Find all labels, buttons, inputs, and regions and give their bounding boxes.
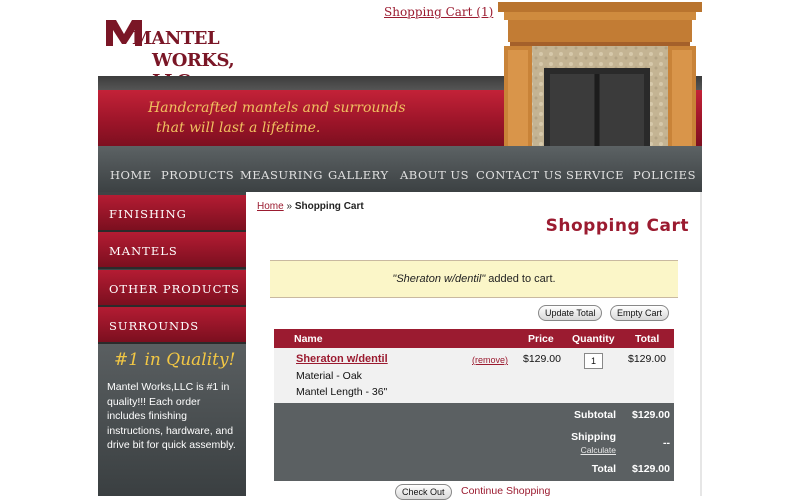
quality-promo: #1 in Quality! Mantel Works,LLC is #1 in… [98,344,246,496]
item-price: $129.00 [523,353,561,365]
nav-home[interactable]: HOME [110,168,152,182]
table-row: Sheraton w/dentil Material - Oak Mantel … [274,348,674,403]
notice-text: "Sheraton w/dentil" added to cart. [270,273,678,285]
empty-cart-button[interactable]: Empty Cart [610,305,670,321]
cart-totals: Subtotal $129.00 Shipping Calculate -- T… [274,403,674,481]
nav-contact-us[interactable]: CONTACT US [476,168,562,182]
subtotal-value: $129.00 [632,409,670,421]
col-name: Name [294,333,323,345]
main-content: Home » Shopping Cart Shopping Cart "Sher… [246,192,700,500]
notice-item-name: "Sheraton w/dentil" [392,273,486,285]
notice-suffix: added to cart. [485,273,556,285]
main-nav: HOME PRODUCTS MEASURING GALLERY ABOUT US… [98,146,702,192]
sidebar: FINISHING MANTELS OTHER PRODUCTS SURROUN… [98,192,246,496]
sidebar-item-surrounds[interactable]: SURROUNDS [98,307,246,344]
continue-shopping-link[interactable]: Continue Shopping [461,485,550,497]
quality-text: Mantel Works,LLC is #1 in quality!!! Eac… [107,381,236,451]
quantity-input[interactable]: 1 [584,353,603,369]
cart-table: Name Price Quantity Total Sheraton w/den… [274,329,674,481]
remove-item-link[interactable]: (remove) [472,355,508,365]
sidebar-item-label: FINISHING [109,207,187,221]
added-to-cart-notice: "Sheraton w/dentil" added to cart. [270,260,678,298]
nav-policies[interactable]: POLICIES [633,168,696,182]
sidebar-item-mantels[interactable]: MANTELS [98,232,246,269]
update-total-button[interactable]: Update Total [538,305,603,321]
checkout-button[interactable]: Check Out [395,484,452,500]
col-total: Total [635,333,660,345]
tagline-line2: that will last a lifetime. [156,120,321,136]
tagline-line1: Handcrafted mantels and surrounds [148,100,406,116]
sidebar-item-label: MANTELS [109,244,178,258]
breadcrumb-home-link[interactable]: Home [257,201,284,212]
nav-service[interactable]: SERVICE [566,168,624,182]
shipping-value: -- [663,437,670,449]
col-quantity: Quantity [572,333,615,345]
total-value: $129.00 [632,463,670,475]
sidebar-item-other-products[interactable]: OTHER PRODUCTS [98,270,246,307]
item-option-length: Mantel Length - 36" [296,386,388,398]
breadcrumb-current: Shopping Cart [294,201,364,212]
sidebar-item-label: SURROUNDS [109,319,200,333]
subtotal-label: Subtotal [574,409,616,421]
item-name-link[interactable]: Sheraton w/dentil [296,353,388,365]
mantel-image [498,0,702,158]
col-price: Price [528,333,554,345]
nav-measuring[interactable]: MEASURING [240,168,323,182]
shipping-label: Shipping [571,431,616,443]
page-title: Shopping Cart [545,216,689,236]
nav-about-us[interactable]: ABOUT US [400,168,469,182]
item-option-material: Material - Oak [296,370,362,382]
breadcrumb: Home » Shopping Cart [257,201,364,212]
calculate-shipping-link[interactable]: Calculate [581,445,616,455]
logo[interactable]: MANTEL WORKS, LLC. [104,14,254,92]
breadcrumb-separator: » [283,201,295,212]
nav-gallery[interactable]: GALLERY [328,168,389,182]
nav-products[interactable]: PRODUCTS [161,168,234,182]
quality-title: #1 in Quality! [114,350,236,370]
total-label: Total [591,463,616,475]
sidebar-item-finishing[interactable]: FINISHING [98,195,246,232]
cart-header-row: Name Price Quantity Total [274,329,674,348]
item-total: $129.00 [628,353,666,365]
shopping-cart-link[interactable]: Shopping Cart (1) [384,5,493,19]
logo-line1: MANTEL [132,28,220,49]
sidebar-item-label: OTHER PRODUCTS [109,282,240,296]
